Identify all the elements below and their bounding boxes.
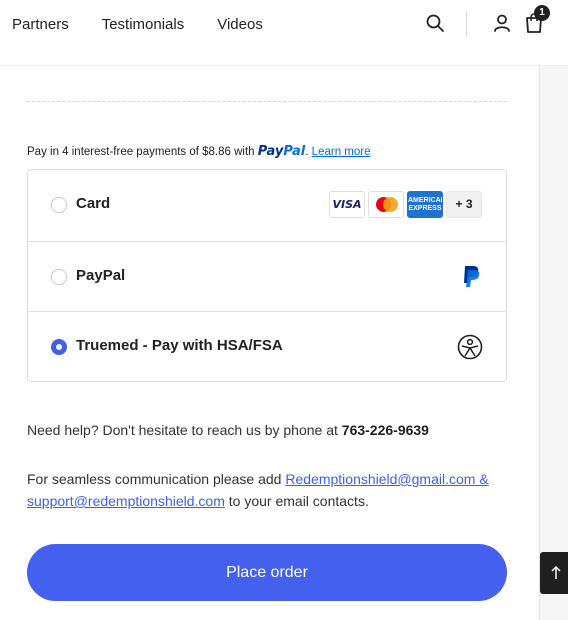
mastercard-logo: [368, 191, 404, 218]
paypal-logo-pal: Pal: [283, 144, 306, 159]
payment-option-truemed[interactable]: Truemed - Pay with HSA/FSA: [28, 311, 506, 381]
scroll-to-top-button[interactable]: [540, 552, 568, 594]
payment-method-selector: Card VISA AMERICAN EXPRESS + 3 PayPal Tru…: [27, 169, 507, 382]
nav-item-partners[interactable]: Partners: [12, 15, 69, 35]
place-order-button[interactable]: Place order: [27, 544, 507, 601]
payment-option-label: Card: [76, 195, 111, 212]
paypal-pay-in-4-message: Pay in 4 interest-free payments of $8.86…: [27, 144, 370, 159]
learn-more-link[interactable]: Learn more: [312, 146, 371, 158]
paypal-icon: [464, 266, 480, 287]
help-text: Need help? Don't hesitate to reach us by…: [27, 422, 338, 438]
paypal-radio[interactable]: [51, 269, 67, 285]
more-brands-badge: + 3: [446, 191, 482, 218]
paypal-message-text: Pay in 4 interest-free payments of $8.86…: [27, 146, 255, 158]
arrow-up-icon: [551, 565, 561, 579]
main-nav: Partners Testimonials Videos: [12, 15, 296, 35]
header-divider: [466, 11, 467, 37]
amex-logo-line1: AMERICAN: [408, 197, 443, 204]
paypal-logo-pay: Pay: [257, 144, 284, 159]
nav-item-testimonials[interactable]: Testimonials: [102, 15, 185, 35]
paypal-logo: PayPal: [258, 144, 305, 159]
site-header: Partners Testimonials Videos 1: [0, 0, 568, 66]
card-radio[interactable]: [51, 197, 67, 213]
payment-option-label: Truemed - Pay with HSA/FSA: [76, 337, 283, 354]
amex-logo: AMERICAN EXPRESS: [407, 191, 443, 218]
nav-item-videos[interactable]: Videos: [217, 15, 263, 35]
contact-prefix: For seamless communication please add: [27, 471, 282, 487]
section-divider: [27, 101, 507, 102]
cart-count-badge: 1: [534, 5, 550, 21]
card-brand-logos: VISA AMERICAN EXPRESS + 3: [326, 191, 482, 218]
visa-logo: VISA: [329, 191, 365, 218]
search-icon[interactable]: [425, 13, 445, 33]
payment-option-label: PayPal: [76, 267, 126, 284]
help-phone-text: Need help? Don't hesitate to reach us by…: [27, 422, 429, 438]
paypal-message-suffix: .: [305, 146, 309, 158]
page-side-strip: [539, 66, 568, 620]
truemed-icon: [457, 334, 483, 360]
amex-logo-line2: EXPRESS: [408, 205, 442, 212]
user-icon[interactable]: [492, 13, 512, 33]
payment-option-card[interactable]: Card VISA AMERICAN EXPRESS + 3: [28, 170, 506, 240]
contact-suffix: to your email contacts.: [228, 493, 369, 509]
truemed-radio[interactable]: [51, 339, 67, 355]
phone-number[interactable]: 763-226-9639: [342, 422, 429, 438]
payment-option-paypal[interactable]: PayPal: [28, 241, 506, 311]
email-contacts-note: For seamless communication please add Re…: [27, 468, 497, 512]
